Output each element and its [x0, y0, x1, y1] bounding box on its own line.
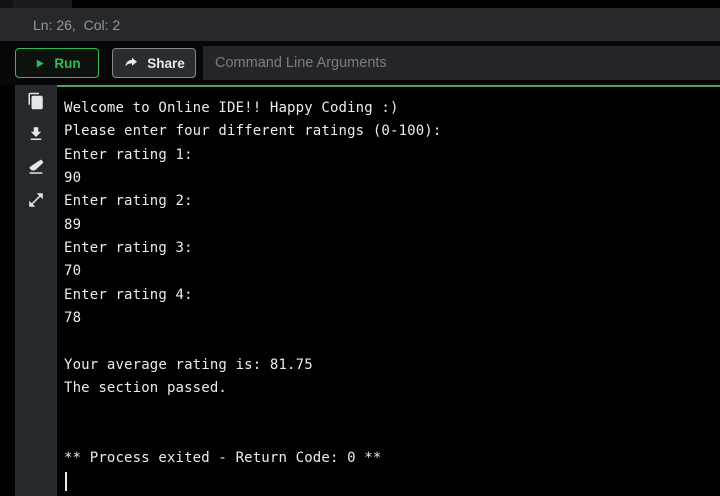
download-output-button[interactable]	[15, 120, 57, 148]
toolbar: Run Share	[0, 41, 720, 85]
console-sidebar	[15, 85, 57, 496]
console-output-text: Welcome to Online IDE!! Happy Coding :) …	[64, 100, 442, 466]
share-button[interactable]: Share	[112, 48, 196, 78]
erase-console-icon	[27, 158, 45, 176]
terminal-cursor	[65, 472, 67, 492]
command-line-arguments-input[interactable]	[203, 46, 720, 80]
expand-console-button[interactable]	[15, 186, 57, 214]
run-button-label: Run	[54, 55, 81, 71]
run-button[interactable]: Run	[15, 48, 99, 78]
clear-console-button[interactable]	[15, 153, 57, 181]
left-gutter	[0, 85, 15, 496]
cursor-position-label: Ln: 26, Col: 2	[33, 16, 121, 33]
editor-gutter-edge	[0, 0, 13, 8]
expand-icon	[27, 191, 45, 209]
share-icon	[123, 55, 139, 71]
play-icon	[33, 57, 46, 70]
console-region: Welcome to Online IDE!! Happy Coding :) …	[0, 85, 720, 496]
console-output[interactable]: Welcome to Online IDE!! Happy Coding :) …	[57, 85, 720, 496]
online-ide-screen: Ln: 26, Col: 2 Run Share Command Line Ar…	[0, 0, 720, 496]
download-icon	[27, 125, 45, 143]
share-button-label: Share	[147, 55, 185, 71]
copy-output-button[interactable]	[15, 87, 57, 115]
copy-icon	[27, 92, 45, 110]
editor-bottom-strip	[0, 0, 720, 8]
editor-status-bar: Ln: 26, Col: 2	[0, 8, 720, 41]
editor-area-edge	[13, 0, 72, 8]
